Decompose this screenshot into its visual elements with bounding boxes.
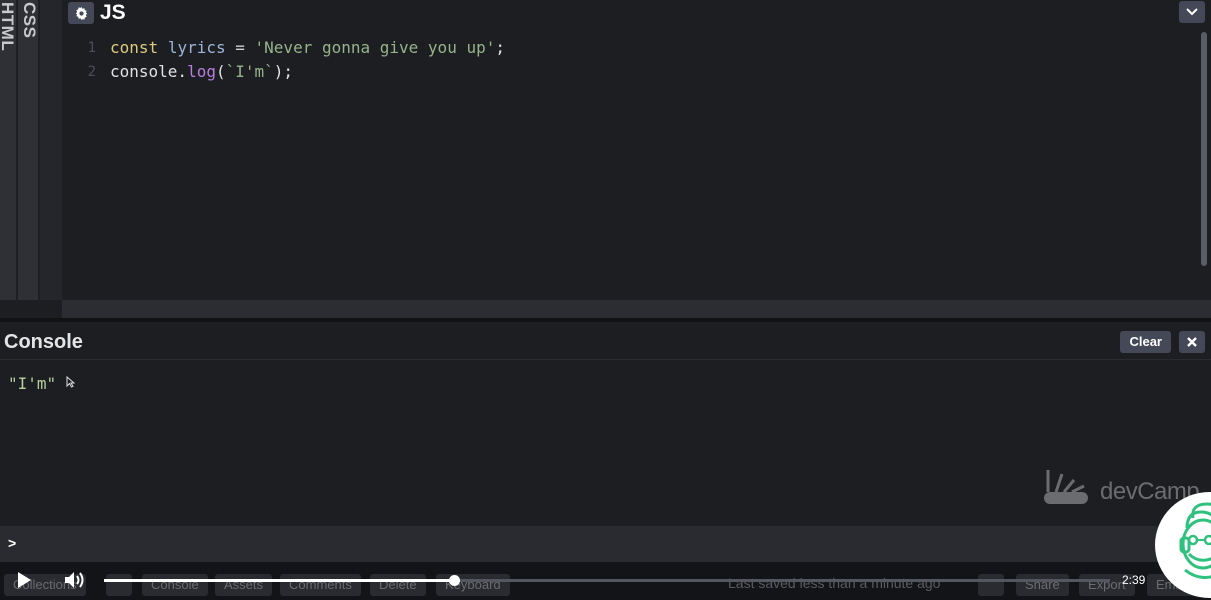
code-string: 'Never gonna give you up' — [254, 38, 496, 57]
gear-icon — [75, 6, 87, 20]
codepen-editor: HTML CSS JS 1 2 const lyrics = 'Never go… — [0, 0, 1211, 600]
video-progress-fill — [104, 579, 455, 582]
collections-dropdown-button[interactable] — [106, 574, 132, 596]
console-prompt-icon: > — [8, 535, 17, 551]
code-line: console.log(`I'm`); — [110, 60, 505, 84]
console-header: Console Clear — [0, 322, 1211, 360]
console-toggle-button[interactable]: Console — [142, 574, 208, 596]
video-progress-bar[interactable] — [104, 575, 1110, 586]
code-punctuation: ( — [215, 62, 226, 81]
mouse-cursor-icon — [66, 376, 75, 388]
css-pane-label: CSS — [20, 2, 39, 39]
save-status: Last saved less than a minute ago — [728, 575, 941, 591]
code-object: console. — [110, 62, 188, 81]
console-output-area: "I'm" — [0, 360, 1211, 526]
close-console-button[interactable] — [1179, 331, 1205, 353]
keyboard-button[interactable]: Keyboard — [436, 574, 510, 596]
video-time-remaining: 2:39 — [1122, 573, 1146, 587]
js-editor-header: JS — [62, 0, 1211, 30]
volume-icon[interactable] — [64, 571, 86, 589]
console-command-input[interactable]: > — [0, 526, 1211, 562]
code-keyword: const — [110, 38, 159, 57]
code-operator: = — [235, 38, 245, 57]
html-pane-tab[interactable]: HTML — [0, 0, 18, 300]
js-code-editor[interactable]: 1 2 const lyrics = 'Never gonna give you… — [62, 30, 1211, 300]
code-variable: lyrics — [167, 38, 226, 57]
js-settings-button[interactable] — [68, 2, 94, 24]
chevron-down-icon — [1186, 8, 1198, 16]
js-editor-title: JS — [100, 1, 126, 24]
console-title: Console — [4, 331, 83, 353]
editor-horizontal-scrollbar[interactable] — [62, 300, 1211, 318]
html-pane-label: HTML — [0, 2, 17, 52]
code-punctuation: ; — [495, 38, 505, 57]
editor-scrollbar[interactable] — [1201, 32, 1207, 266]
delete-button[interactable]: Delete — [370, 574, 426, 596]
css-pane-tab[interactable]: CSS — [18, 0, 40, 300]
line-number: 1 — [87, 40, 96, 56]
assets-button[interactable]: Assets — [215, 574, 273, 596]
close-icon — [1187, 337, 1197, 347]
pane-resize-gutter[interactable] — [40, 0, 62, 300]
share-button[interactable]: Share — [1016, 574, 1069, 596]
line-number-gutter: 1 2 — [62, 36, 96, 84]
clear-console-button[interactable]: Clear — [1120, 331, 1171, 353]
comments-button[interactable]: Comments — [280, 574, 361, 596]
play-icon[interactable] — [18, 572, 31, 588]
code-content[interactable]: const lyrics = 'Never gonna give you up'… — [110, 36, 505, 84]
code-punctuation: ); — [273, 62, 294, 81]
video-progress-handle[interactable] — [449, 575, 461, 586]
code-line: const lyrics = 'Never gonna give you up'… — [110, 36, 505, 60]
js-editor-options-button[interactable] — [1179, 1, 1205, 23]
code-function: log — [187, 62, 216, 81]
devcamp-logo-icon — [1044, 470, 1088, 504]
console-log-entry: "I'm" — [8, 374, 57, 393]
line-number: 2 — [87, 64, 96, 80]
devcamp-watermark: devCamp — [1042, 466, 1200, 506]
open-external-button[interactable] — [978, 574, 1004, 596]
code-template-string: `I'm` — [225, 62, 274, 81]
